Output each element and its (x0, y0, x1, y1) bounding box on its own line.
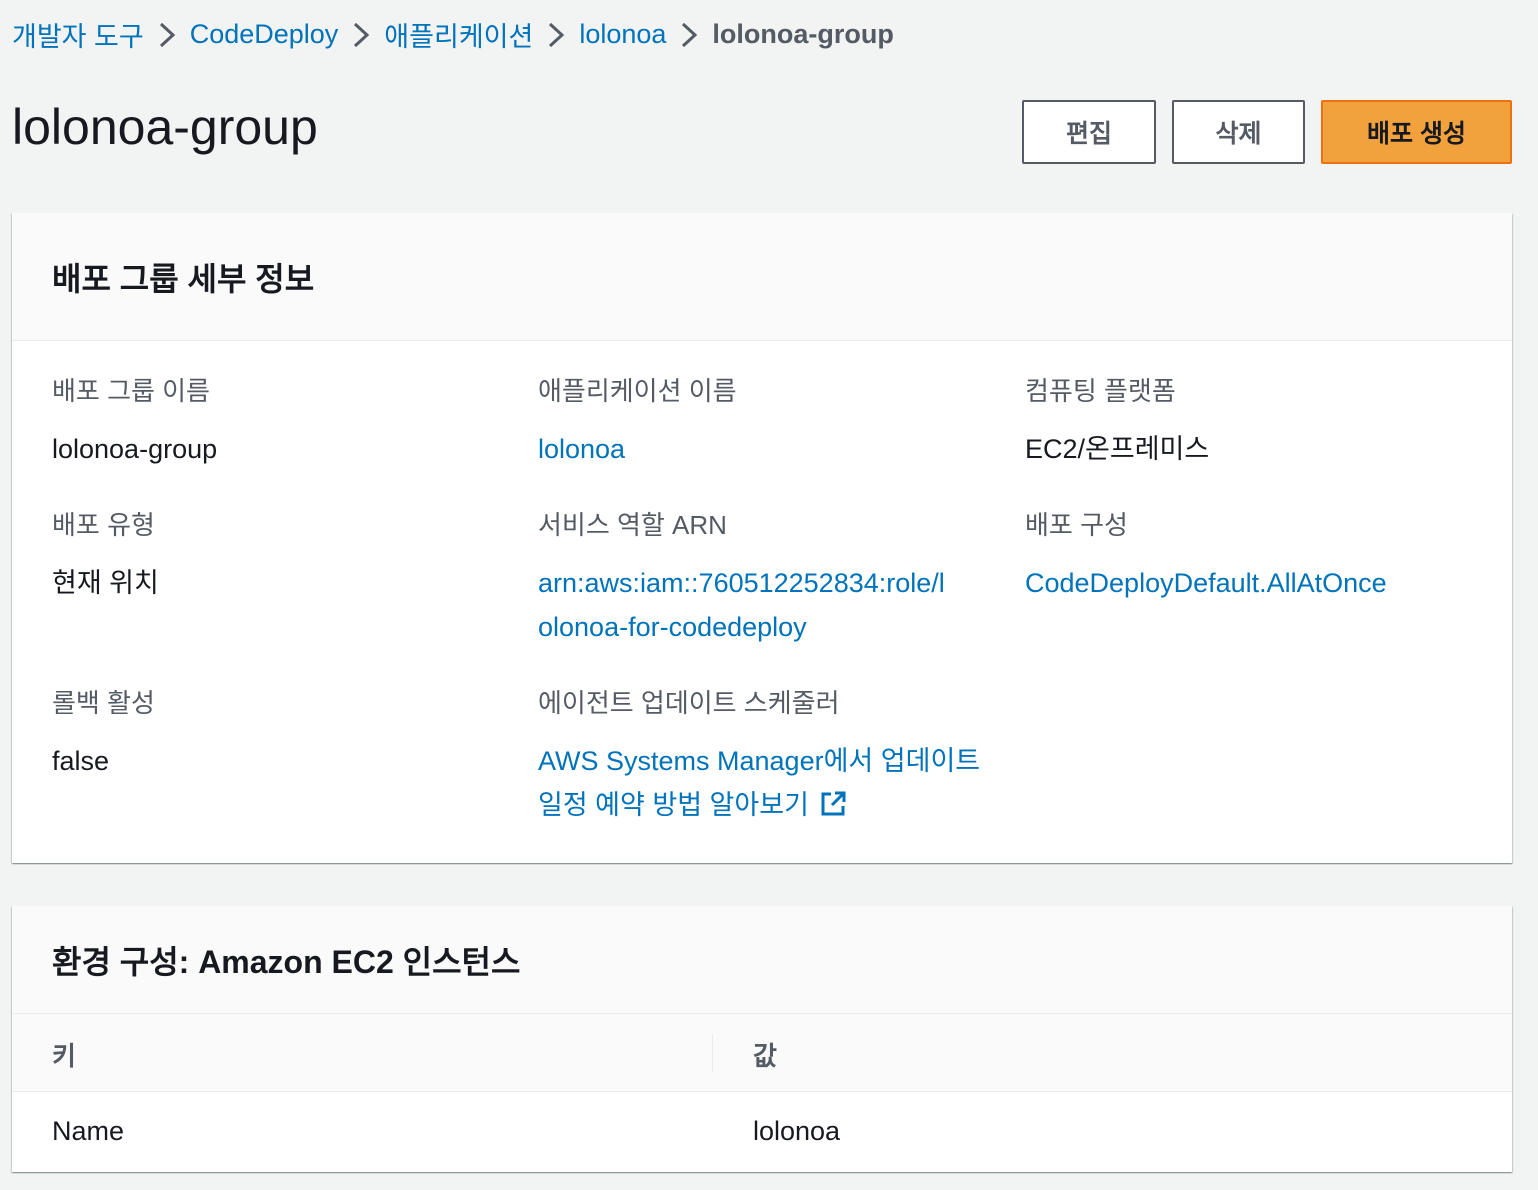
create-deployment-button[interactable]: 배포 생성 (1321, 100, 1512, 164)
header-actions: 편집 삭제 배포 생성 (1022, 100, 1512, 164)
delete-button[interactable]: 삭제 (1172, 100, 1305, 164)
field-app-name: 애플리케이션 이름 lolonoa (538, 375, 988, 471)
field-platform: 컴퓨팅 플랫폼 EC2/온프레미스 (1025, 375, 1475, 471)
panel-title: 환경 구성: Amazon EC2 인스턴스 (52, 943, 521, 980)
deploy-config-link[interactable]: CodeDeployDefault.AllAtOnce (1025, 561, 1475, 605)
chevron-right-icon (144, 14, 190, 54)
field-agent-scheduler: 에이전트 업데이트 스케줄러 AWS Systems Manager에서 업데이… (538, 687, 988, 831)
field-label: 배포 그룹 이름 (52, 376, 210, 406)
column-divider (712, 1034, 713, 1072)
chevron-right-icon (666, 14, 712, 54)
field-role-arn: 서비스 역할 ARN arn:aws:iam::760512252834:rol… (538, 509, 988, 649)
field-label: 에이전트 업데이트 스케줄러 (538, 688, 840, 718)
breadcrumb-codedeploy[interactable]: CodeDeploy (190, 19, 339, 50)
field-value: lolonoa-group (52, 434, 218, 464)
agent-scheduler-line-2-wrap: 일정 예약 방법 알아보기 (538, 783, 988, 831)
column-header-value[interactable]: 값 (753, 1036, 777, 1073)
field-label: 컴퓨팅 플랫폼 (1025, 376, 1176, 406)
field-label: 애플리케이션 이름 (538, 376, 737, 406)
field-deploy-config: 배포 구성 CodeDeployDefault.AllAtOnce (1025, 509, 1475, 605)
chevron-right-icon (533, 14, 579, 54)
role-arn-line-2: olonoa-for-codedeploy (538, 612, 807, 642)
panel-header: 환경 구성: Amazon EC2 인스턴스 (12, 906, 1512, 1014)
field-group-name: 배포 그룹 이름 lolonoa-group (52, 375, 502, 471)
field-value: false (52, 746, 110, 776)
breadcrumb-dev-tools[interactable]: 개발자 도구 (12, 15, 144, 54)
chevron-right-icon (338, 14, 384, 54)
role-arn-line-1: arn:aws:iam::760512252834:role/l (538, 568, 945, 598)
cell-key: Name (52, 1116, 125, 1146)
breadcrumb: 개발자 도구 CodeDeploy 애플리케이션 lolonoa lolonoa… (12, 14, 894, 54)
edit-button[interactable]: 편집 (1022, 100, 1156, 164)
field-label: 서비스 역할 ARN (538, 510, 727, 540)
external-link-icon (819, 787, 847, 831)
field-rollback: 롤백 활성 false (52, 687, 502, 783)
table-header: 키 값 (12, 1014, 1512, 1092)
field-label: 롤백 활성 (52, 688, 155, 718)
details-grid: 배포 그룹 이름 lolonoa-group 애플리케이션 이름 lolonoa… (12, 341, 1512, 863)
breadcrumb-applications[interactable]: 애플리케이션 (384, 15, 533, 54)
field-value: 현재 위치 (52, 568, 159, 598)
field-label: 배포 유형 (52, 510, 155, 540)
role-arn-link[interactable]: arn:aws:iam::760512252834:role/l olonoa-… (538, 561, 988, 649)
agent-scheduler-line-1: AWS Systems Manager에서 업데이트 (538, 746, 981, 776)
column-header-key[interactable]: 키 (52, 1036, 76, 1073)
agent-scheduler-line-2: 일정 예약 방법 알아보기 (538, 790, 809, 820)
field-deploy-type: 배포 유형 현재 위치 (52, 509, 502, 605)
field-label: 배포 구성 (1025, 510, 1128, 540)
breadcrumb-lolonoa[interactable]: lolonoa (579, 19, 666, 50)
deployment-group-details-panel: 배포 그룹 세부 정보 배포 그룹 이름 lolonoa-group 애플리케이… (12, 213, 1512, 863)
table-row: Name lolonoa (12, 1092, 1512, 1172)
panel-title: 배포 그룹 세부 정보 (52, 260, 315, 297)
breadcrumb-current: lolonoa-group (712, 18, 894, 49)
agent-scheduler-link[interactable]: AWS Systems Manager에서 업데이트 일정 예약 방법 알아보기 (538, 739, 988, 831)
cell-value: lolonoa (753, 1116, 841, 1146)
field-value: EC2/온프레미스 (1025, 434, 1210, 464)
app-name-link[interactable]: lolonoa (538, 427, 988, 471)
environment-config-panel: 환경 구성: Amazon EC2 인스턴스 키 값 Name lolonoa (12, 906, 1512, 1172)
panel-header: 배포 그룹 세부 정보 (12, 213, 1512, 341)
page-title: lolonoa-group (12, 99, 318, 155)
